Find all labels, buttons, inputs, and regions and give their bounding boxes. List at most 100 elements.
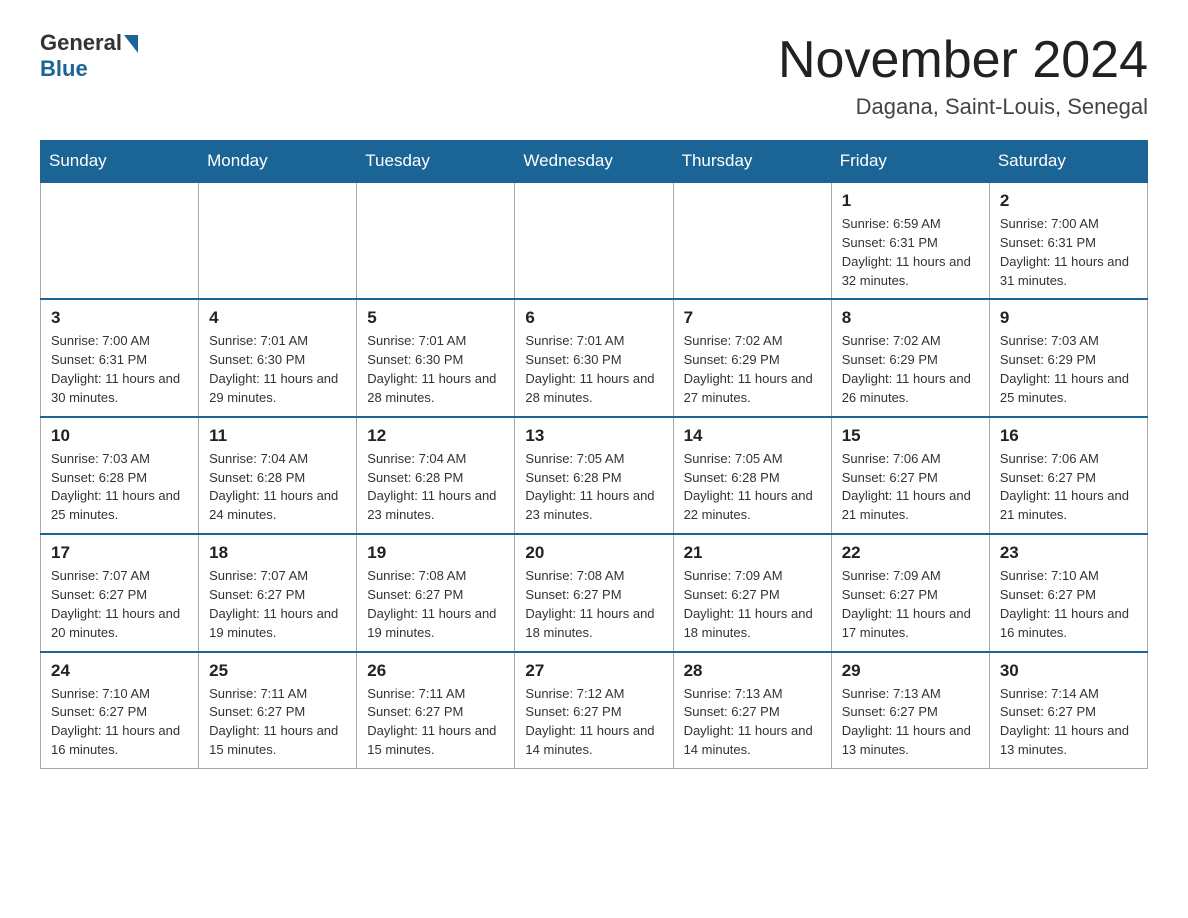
- calendar-week-3: 10 Sunrise: 7:03 AM Sunset: 6:28 PM Dayli…: [41, 417, 1148, 534]
- calendar-cell: [41, 182, 199, 299]
- day-number: 22: [842, 543, 979, 563]
- day-info: Sunrise: 7:10 AM Sunset: 6:27 PM Dayligh…: [1000, 567, 1137, 642]
- calendar-cell: 9 Sunrise: 7:03 AM Sunset: 6:29 PM Daylig…: [989, 299, 1147, 416]
- calendar-cell: 8Sunrise: 7:02 AM Sunset: 6:29 PM Daylig…: [831, 299, 989, 416]
- day-number: 17: [51, 543, 188, 563]
- calendar-header-row: SundayMondayTuesdayWednesdayThursdayFrid…: [41, 141, 1148, 183]
- day-number: 7: [684, 308, 821, 328]
- calendar-cell: 29Sunrise: 7:13 AM Sunset: 6:27 PM Dayli…: [831, 652, 989, 769]
- day-number: 26: [367, 661, 504, 681]
- day-info: Sunrise: 7:02 AM Sunset: 6:29 PM Dayligh…: [842, 332, 979, 407]
- day-info: Sunrise: 7:03 AM Sunset: 6:28 PM Dayligh…: [51, 450, 188, 525]
- day-info: Sunrise: 7:01 AM Sunset: 6:30 PM Dayligh…: [209, 332, 346, 407]
- calendar-cell: 4 Sunrise: 7:01 AM Sunset: 6:30 PM Daylig…: [199, 299, 357, 416]
- day-number: 21: [684, 543, 821, 563]
- calendar-cell: 13 Sunrise: 7:05 AM Sunset: 6:28 PM Dayli…: [515, 417, 673, 534]
- day-info: Sunrise: 7:07 AM Sunset: 6:27 PM Dayligh…: [209, 567, 346, 642]
- day-info: Sunrise: 7:08 AM Sunset: 6:27 PM Dayligh…: [367, 567, 504, 642]
- calendar-cell: 30 Sunrise: 7:14 AM Sunset: 6:27 PM Dayli…: [989, 652, 1147, 769]
- weekday-header-wednesday: Wednesday: [515, 141, 673, 183]
- calendar-cell: 27 Sunrise: 7:12 AM Sunset: 6:27 PM Dayli…: [515, 652, 673, 769]
- calendar-cell: 3Sunrise: 7:00 AM Sunset: 6:31 PM Daylig…: [41, 299, 199, 416]
- day-info: Sunrise: 7:08 AM Sunset: 6:27 PM Dayligh…: [525, 567, 662, 642]
- day-info: Sunrise: 7:10 AM Sunset: 6:27 PM Dayligh…: [51, 685, 188, 760]
- day-info: Sunrise: 7:01 AM Sunset: 6:30 PM Dayligh…: [367, 332, 504, 407]
- day-info: Sunrise: 7:09 AM Sunset: 6:27 PM Dayligh…: [684, 567, 821, 642]
- location-text: Dagana, Saint-Louis, Senegal: [778, 94, 1148, 120]
- calendar-cell: 5 Sunrise: 7:01 AM Sunset: 6:30 PM Daylig…: [357, 299, 515, 416]
- calendar-cell: [357, 182, 515, 299]
- day-info: Sunrise: 7:04 AM Sunset: 6:28 PM Dayligh…: [367, 450, 504, 525]
- day-info: Sunrise: 6:59 AM Sunset: 6:31 PM Dayligh…: [842, 215, 979, 290]
- calendar-cell: 16 Sunrise: 7:06 AM Sunset: 6:27 PM Dayli…: [989, 417, 1147, 534]
- calendar-week-1: 1 Sunrise: 6:59 AM Sunset: 6:31 PM Daylig…: [41, 182, 1148, 299]
- calendar-table: SundayMondayTuesdayWednesdayThursdayFrid…: [40, 140, 1148, 769]
- day-info: Sunrise: 7:02 AM Sunset: 6:29 PM Dayligh…: [684, 332, 821, 407]
- weekday-header-tuesday: Tuesday: [357, 141, 515, 183]
- day-number: 28: [684, 661, 821, 681]
- logo-blue-text: Blue: [40, 56, 88, 82]
- day-number: 25: [209, 661, 346, 681]
- day-number: 6: [525, 308, 662, 328]
- calendar-cell: 12 Sunrise: 7:04 AM Sunset: 6:28 PM Dayli…: [357, 417, 515, 534]
- calendar-week-4: 17 Sunrise: 7:07 AM Sunset: 6:27 PM Dayli…: [41, 534, 1148, 651]
- calendar-cell: 11 Sunrise: 7:04 AM Sunset: 6:28 PM Dayli…: [199, 417, 357, 534]
- calendar-cell: 26 Sunrise: 7:11 AM Sunset: 6:27 PM Dayli…: [357, 652, 515, 769]
- weekday-header-friday: Friday: [831, 141, 989, 183]
- day-number: 4: [209, 308, 346, 328]
- calendar-cell: 28 Sunrise: 7:13 AM Sunset: 6:27 PM Dayli…: [673, 652, 831, 769]
- day-info: Sunrise: 7:03 AM Sunset: 6:29 PM Dayligh…: [1000, 332, 1137, 407]
- calendar-cell: [673, 182, 831, 299]
- day-number: 27: [525, 661, 662, 681]
- day-info: Sunrise: 7:01 AM Sunset: 6:30 PM Dayligh…: [525, 332, 662, 407]
- day-info: Sunrise: 7:14 AM Sunset: 6:27 PM Dayligh…: [1000, 685, 1137, 760]
- day-number: 5: [367, 308, 504, 328]
- month-title: November 2024: [778, 30, 1148, 90]
- day-info: Sunrise: 7:06 AM Sunset: 6:27 PM Dayligh…: [842, 450, 979, 525]
- calendar-cell: [515, 182, 673, 299]
- day-info: Sunrise: 7:13 AM Sunset: 6:27 PM Dayligh…: [684, 685, 821, 760]
- calendar-cell: 14Sunrise: 7:05 AM Sunset: 6:28 PM Dayli…: [673, 417, 831, 534]
- title-block: November 2024 Dagana, Saint-Louis, Seneg…: [778, 30, 1148, 120]
- day-number: 1: [842, 191, 979, 211]
- day-number: 19: [367, 543, 504, 563]
- day-number: 30: [1000, 661, 1137, 681]
- day-number: 12: [367, 426, 504, 446]
- day-number: 2: [1000, 191, 1137, 211]
- day-info: Sunrise: 7:05 AM Sunset: 6:28 PM Dayligh…: [525, 450, 662, 525]
- day-info: Sunrise: 7:04 AM Sunset: 6:28 PM Dayligh…: [209, 450, 346, 525]
- calendar-cell: 10 Sunrise: 7:03 AM Sunset: 6:28 PM Dayli…: [41, 417, 199, 534]
- calendar-cell: 18 Sunrise: 7:07 AM Sunset: 6:27 PM Dayli…: [199, 534, 357, 651]
- day-number: 3: [51, 308, 188, 328]
- weekday-header-thursday: Thursday: [673, 141, 831, 183]
- day-info: Sunrise: 7:06 AM Sunset: 6:27 PM Dayligh…: [1000, 450, 1137, 525]
- page-header: General Blue November 2024 Dagana, Saint…: [40, 30, 1148, 120]
- day-number: 9: [1000, 308, 1137, 328]
- logo-arrow-icon: [124, 35, 138, 53]
- day-info: Sunrise: 7:00 AM Sunset: 6:31 PM Dayligh…: [1000, 215, 1137, 290]
- weekday-header-saturday: Saturday: [989, 141, 1147, 183]
- logo: General Blue: [40, 30, 138, 82]
- calendar-cell: 24 Sunrise: 7:10 AM Sunset: 6:27 PM Dayli…: [41, 652, 199, 769]
- weekday-header-sunday: Sunday: [41, 141, 199, 183]
- day-number: 11: [209, 426, 346, 446]
- calendar-week-5: 24 Sunrise: 7:10 AM Sunset: 6:27 PM Dayli…: [41, 652, 1148, 769]
- day-number: 15: [842, 426, 979, 446]
- day-number: 13: [525, 426, 662, 446]
- calendar-cell: 19 Sunrise: 7:08 AM Sunset: 6:27 PM Dayli…: [357, 534, 515, 651]
- day-number: 29: [842, 661, 979, 681]
- calendar-cell: 25Sunrise: 7:11 AM Sunset: 6:27 PM Dayli…: [199, 652, 357, 769]
- day-number: 24: [51, 661, 188, 681]
- weekday-header-monday: Monday: [199, 141, 357, 183]
- calendar-cell: 7 Sunrise: 7:02 AM Sunset: 6:29 PM Daylig…: [673, 299, 831, 416]
- calendar-cell: 20Sunrise: 7:08 AM Sunset: 6:27 PM Dayli…: [515, 534, 673, 651]
- day-number: 16: [1000, 426, 1137, 446]
- day-number: 10: [51, 426, 188, 446]
- calendar-cell: [199, 182, 357, 299]
- calendar-cell: 21 Sunrise: 7:09 AM Sunset: 6:27 PM Dayli…: [673, 534, 831, 651]
- day-info: Sunrise: 7:11 AM Sunset: 6:27 PM Dayligh…: [367, 685, 504, 760]
- day-number: 18: [209, 543, 346, 563]
- day-info: Sunrise: 7:12 AM Sunset: 6:27 PM Dayligh…: [525, 685, 662, 760]
- calendar-cell: 6 Sunrise: 7:01 AM Sunset: 6:30 PM Daylig…: [515, 299, 673, 416]
- day-info: Sunrise: 7:07 AM Sunset: 6:27 PM Dayligh…: [51, 567, 188, 642]
